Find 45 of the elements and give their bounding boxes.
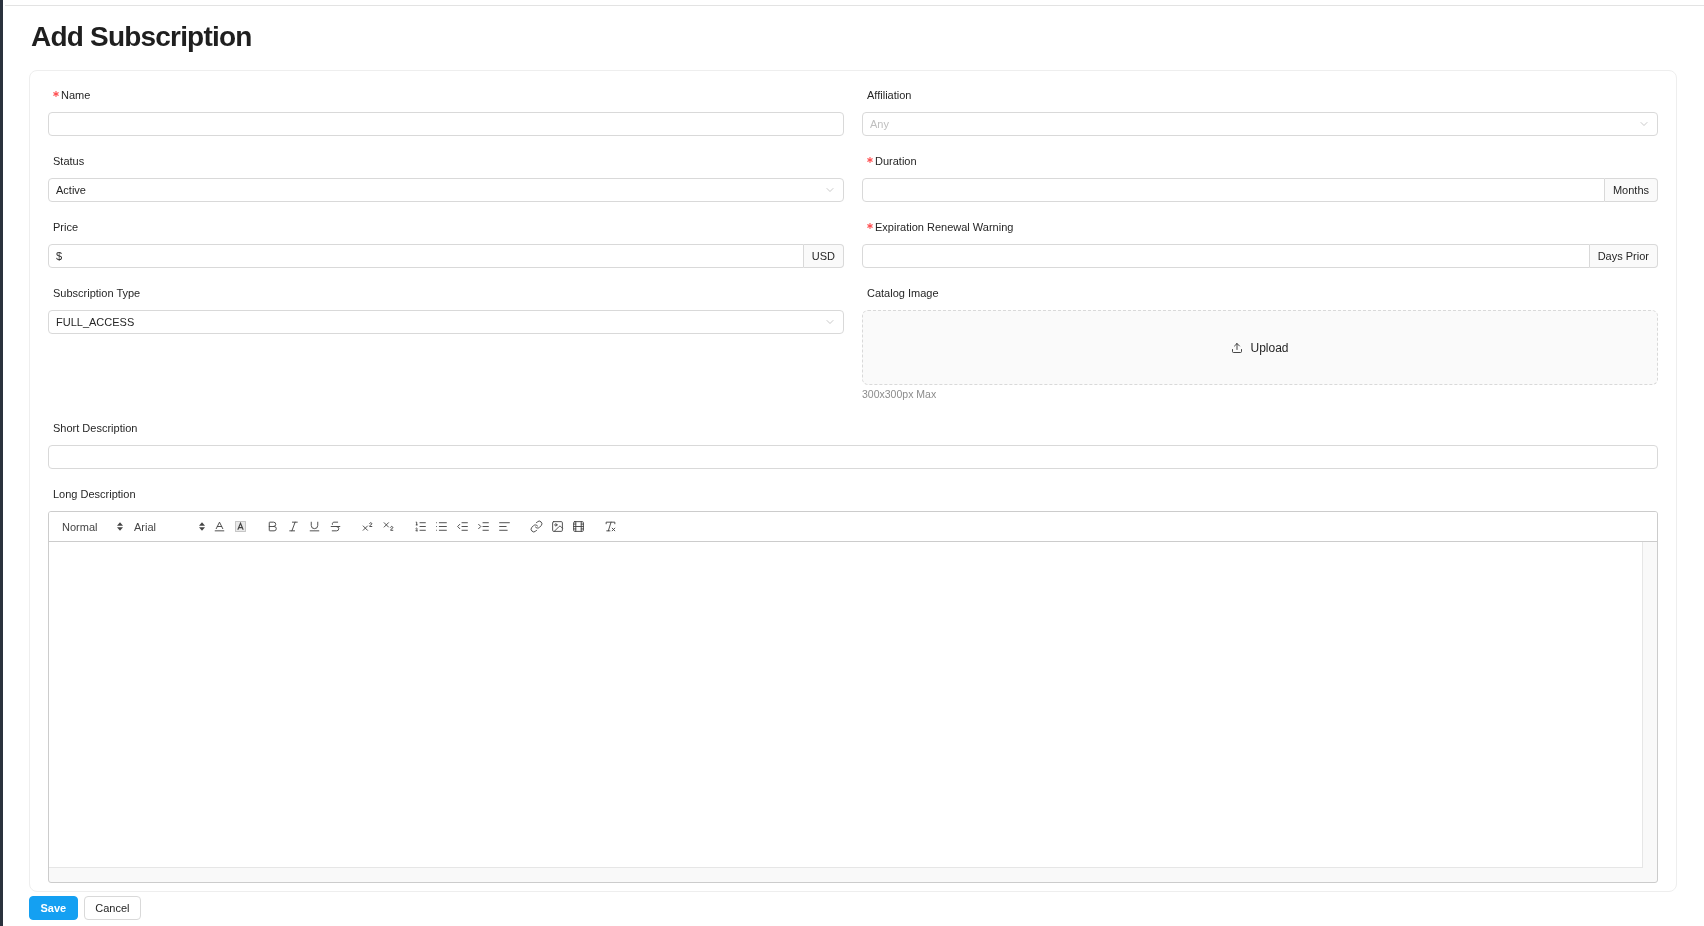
italic-icon[interactable]	[286, 520, 300, 533]
link-icon[interactable]	[529, 520, 543, 533]
text-input[interactable]	[48, 445, 1658, 469]
upload-icon	[1231, 341, 1244, 354]
unit-label: Months	[1604, 178, 1658, 202]
strikethrough-icon[interactable]	[328, 520, 342, 533]
font-picker[interactable]: Arial	[128, 515, 208, 538]
field-label: Long Description	[53, 487, 136, 502]
highlight-color-icon[interactable]	[234, 521, 246, 532]
field-label: Expiration Renewal Warning	[875, 220, 1014, 235]
image-icon[interactable]	[550, 520, 564, 533]
input-field[interactable]	[862, 178, 1605, 202]
input-field[interactable]: $	[48, 244, 804, 268]
field-label: Status	[53, 154, 85, 169]
text-input[interactable]	[48, 112, 844, 136]
field-label: Catalog Image	[867, 286, 939, 301]
underline-icon[interactable]	[307, 520, 321, 533]
subscript-icon[interactable]	[381, 520, 395, 533]
heading-picker[interactable]: Normal	[56, 515, 126, 538]
input-field[interactable]	[862, 244, 1590, 268]
dropdown-select[interactable]: Active	[48, 178, 844, 202]
film-icon[interactable]	[571, 520, 585, 533]
field-label: Subscription Type	[53, 286, 141, 301]
text-color-icon[interactable]	[212, 520, 226, 533]
field-label: Name	[61, 88, 91, 103]
dropdown-select[interactable]: FULL_ACCESS	[48, 310, 844, 334]
up-down-arrows-icon	[117, 522, 123, 531]
superscript-icon[interactable]	[360, 520, 374, 533]
page-title: Add Subscription	[31, 20, 252, 54]
field-label: Affiliation	[867, 88, 912, 103]
field-label: Short Description	[53, 421, 138, 436]
hint-text: 300x300px Max	[862, 387, 937, 402]
cancel-button[interactable]: Cancel	[83, 896, 141, 920]
up-down-arrows-icon	[199, 522, 205, 531]
field-label: Price	[53, 220, 79, 235]
field-label: Duration	[875, 154, 917, 169]
clear-formatting-icon[interactable]	[603, 520, 617, 533]
bullet-list-icon[interactable]	[434, 520, 448, 533]
upload-dropzone[interactable]: Upload	[862, 310, 1658, 385]
unit-label: Days Prior	[1589, 244, 1658, 268]
outdent-icon[interactable]	[455, 520, 469, 533]
unit-label: USD	[803, 244, 844, 268]
indent-icon[interactable]	[476, 520, 490, 533]
align-left-icon[interactable]	[497, 520, 511, 533]
numbered-list-icon[interactable]	[413, 520, 427, 533]
